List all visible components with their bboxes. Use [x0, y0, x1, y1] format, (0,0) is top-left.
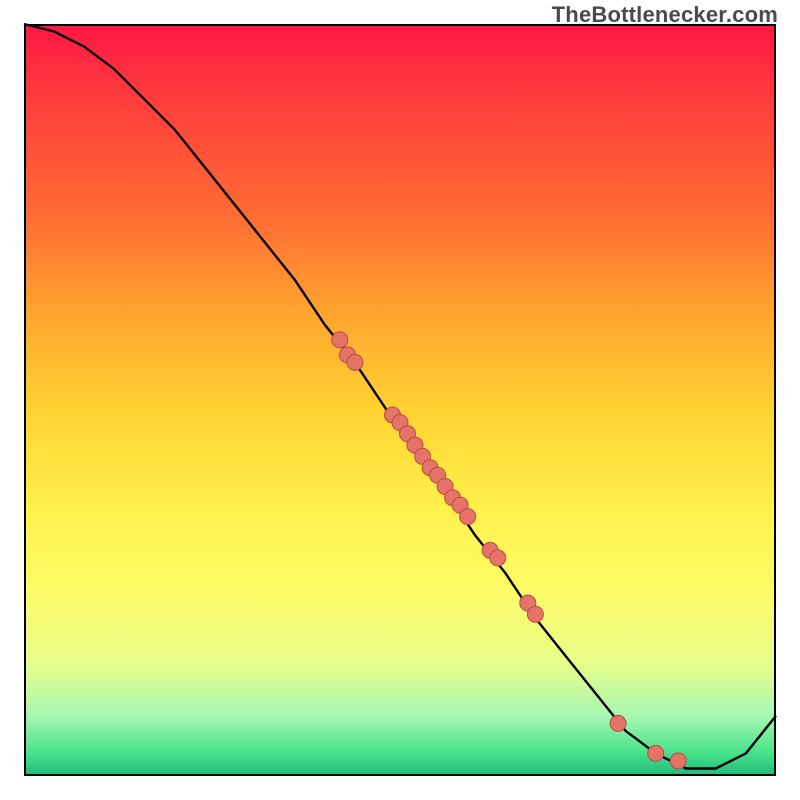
bottleneck-chart: TheBottlenecker.com	[0, 0, 800, 800]
curve-marker	[527, 606, 543, 622]
bottleneck-curve	[24, 24, 776, 769]
curve-marker	[347, 354, 363, 370]
curve-marker	[648, 745, 664, 761]
curve-markers	[332, 332, 686, 769]
plot-overlay	[0, 0, 800, 800]
curve-marker	[490, 550, 506, 566]
curve-marker	[670, 753, 686, 769]
curve-marker	[460, 509, 476, 525]
curve-marker	[610, 715, 626, 731]
curve-marker	[332, 332, 348, 348]
